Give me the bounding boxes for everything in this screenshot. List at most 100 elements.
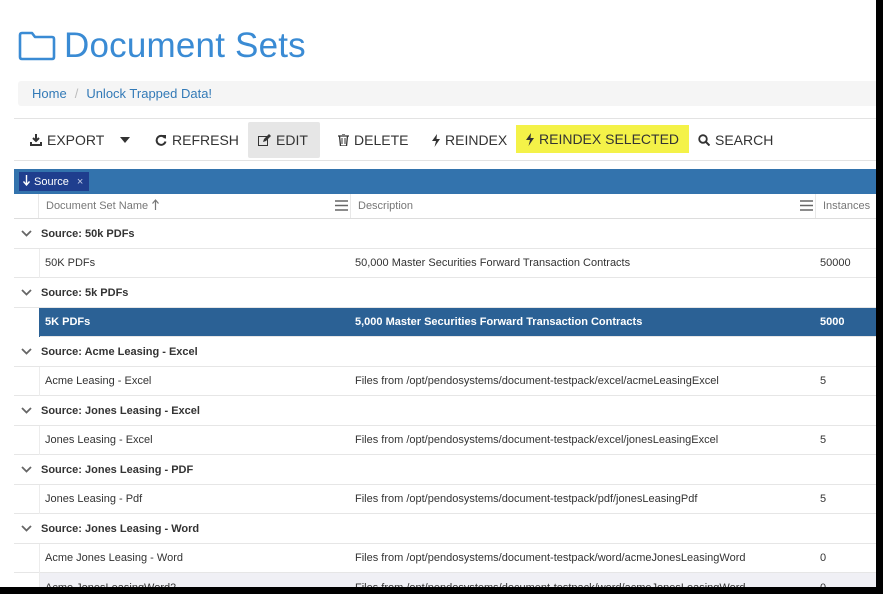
- download-icon: [30, 134, 42, 146]
- refresh-button[interactable]: REFRESH: [145, 122, 249, 158]
- cell-instances: 0: [820, 552, 827, 564]
- edit-label: EDIT: [276, 132, 308, 148]
- row-indent: [14, 425, 40, 455]
- group-label: Source: Jones Leasing - PDF: [41, 463, 194, 476]
- column-menu-icon[interactable]: [335, 200, 348, 214]
- cell-description: Files from /opt/pendosystems/document-te…: [355, 493, 698, 505]
- reindex-button[interactable]: REINDEX: [422, 122, 517, 158]
- chevron-down-icon[interactable]: [21, 523, 32, 535]
- toolbar: EXPORT REFRESH EDIT DELETE REINDEX REIND…: [14, 118, 876, 161]
- cell-description: 5,000 Master Securities Forward Transact…: [355, 316, 643, 328]
- refresh-label: REFRESH: [172, 132, 239, 148]
- table-row-selected[interactable]: 5K PDFs 5,000 Master Securities Forward …: [14, 307, 876, 337]
- column-header-instances[interactable]: Instances: [816, 194, 876, 218]
- chevron-down-icon[interactable]: [21, 405, 32, 417]
- group-chip-label: Source: [34, 175, 69, 188]
- chevron-down-icon[interactable]: [21, 464, 32, 476]
- cell-description: 50,000 Master Securities Forward Transac…: [355, 257, 631, 269]
- caret-down-icon: [120, 137, 130, 143]
- grouping-bar: Source ×: [14, 169, 876, 194]
- export-button[interactable]: EXPORT: [20, 122, 114, 158]
- column-header-description[interactable]: Description: [351, 194, 816, 218]
- reindex-selected-button[interactable]: REINDEX SELECTED: [516, 125, 690, 153]
- group-label: Source: Acme Leasing - Excel: [41, 345, 198, 358]
- row-indent: [14, 366, 40, 396]
- remove-group-icon[interactable]: ×: [77, 176, 83, 188]
- refresh-icon: [155, 134, 167, 146]
- grid-header: Document Set Name Description Instances: [14, 194, 876, 219]
- cell-description: Files from /opt/pendosystems/document-te…: [355, 375, 719, 387]
- table-row[interactable]: Acme JonesLeasingWord2 Files from /opt/p…: [14, 573, 876, 587]
- table-row[interactable]: Acme Jones Leasing - Word Files from /op…: [14, 543, 876, 573]
- cell-instances: 5: [820, 434, 827, 446]
- cell-name: Jones Leasing - Excel: [45, 434, 153, 446]
- cell-description: Files from /opt/pendosystems/document-te…: [355, 552, 746, 564]
- table-row[interactable]: Acme Leasing - Excel Files from /opt/pen…: [14, 366, 876, 396]
- breadcrumb-separator: /: [74, 86, 79, 101]
- edit-button[interactable]: EDIT: [248, 122, 320, 158]
- folder-icon: [18, 31, 56, 61]
- delete-label: DELETE: [354, 132, 409, 148]
- cell-name: Acme Jones Leasing - Word: [45, 552, 183, 564]
- group-row[interactable]: Source: 5k PDFs: [14, 278, 876, 308]
- cell-name: 5K PDFs: [45, 316, 91, 328]
- export-label: EXPORT: [47, 132, 105, 148]
- bolt-icon: [432, 133, 440, 147]
- cell-instances: 5: [820, 375, 827, 387]
- table-row[interactable]: Jones Leasing - Excel Files from /opt/pe…: [14, 425, 876, 455]
- search-button[interactable]: SEARCH: [688, 122, 783, 158]
- group-label: Source: Jones Leasing - Excel: [41, 404, 200, 417]
- cell-name: 50K PDFs: [45, 257, 96, 269]
- group-row[interactable]: Source: Jones Leasing - Word: [14, 514, 876, 544]
- chevron-down-icon[interactable]: [21, 346, 32, 358]
- group-chip-source[interactable]: Source ×: [19, 172, 90, 191]
- table-row[interactable]: 50K PDFs 50,000 Master Securities Forwar…: [14, 248, 876, 278]
- app-window: Document Sets Home / Unlock Trapped Data…: [0, 0, 876, 587]
- column-header-name[interactable]: Document Set Name: [39, 194, 351, 218]
- group-row[interactable]: Source: Jones Leasing - Excel: [14, 396, 876, 426]
- cell-instances: 50000: [820, 257, 851, 269]
- breadcrumb-home[interactable]: Home: [32, 86, 67, 101]
- table-row[interactable]: Jones Leasing - Pdf Files from /opt/pend…: [14, 484, 876, 514]
- cell-instances: 0: [820, 573, 826, 588]
- trash-icon: [338, 134, 349, 146]
- export-dropdown-toggle[interactable]: [110, 122, 140, 158]
- bolt-icon: [526, 132, 534, 146]
- group-row[interactable]: Source: Acme Leasing - Excel: [14, 337, 876, 367]
- edit-icon: [258, 134, 271, 146]
- breadcrumb: Home / Unlock Trapped Data!: [18, 81, 876, 106]
- group-label: Source: Jones Leasing - Word: [41, 522, 200, 535]
- row-indent: [14, 543, 40, 573]
- breadcrumb-current[interactable]: Unlock Trapped Data!: [86, 86, 212, 101]
- chevron-down-icon[interactable]: [21, 287, 32, 299]
- column-name-label: Document Set Name: [46, 200, 149, 212]
- group-label: Source: 50k PDFs: [41, 227, 135, 240]
- page-title: Document Sets: [64, 26, 306, 65]
- delete-button[interactable]: DELETE: [328, 122, 418, 158]
- row-indent: [14, 573, 40, 587]
- grid-body: Source: 50k PDFs 50K PDFs 50,000 Master …: [14, 219, 876, 587]
- cell-description: Files from /opt/pendosystems/document-te…: [355, 573, 745, 588]
- arrow-down-icon: [22, 174, 31, 189]
- sort-ascending-icon: [152, 199, 160, 213]
- group-row[interactable]: Source: Jones Leasing - PDF: [14, 455, 876, 485]
- chevron-down-icon[interactable]: [21, 228, 32, 240]
- header-indent: [14, 194, 39, 218]
- search-icon: [698, 134, 710, 146]
- cell-name: Acme Leasing - Excel: [45, 375, 152, 387]
- column-menu-icon[interactable]: [800, 200, 813, 214]
- row-indent: [14, 307, 40, 337]
- column-description-label: Description: [358, 200, 414, 212]
- group-row[interactable]: Source: 50k PDFs: [14, 219, 876, 249]
- row-indent: [14, 248, 40, 278]
- cell-description: Files from /opt/pendosystems/document-te…: [355, 434, 719, 446]
- page-header: Document Sets: [18, 24, 306, 68]
- cell-instances: 5: [820, 493, 827, 505]
- column-instances-label: Instances: [823, 200, 871, 212]
- cell-name: Acme JonesLeasingWord2: [45, 573, 176, 588]
- document-sets-grid: Document Set Name Description Instances: [14, 194, 876, 587]
- cell-name: Jones Leasing - Pdf: [45, 493, 143, 505]
- reindex-label: REINDEX: [445, 132, 508, 148]
- row-indent: [14, 484, 40, 514]
- reindex-selected-label: REINDEX SELECTED: [539, 131, 680, 147]
